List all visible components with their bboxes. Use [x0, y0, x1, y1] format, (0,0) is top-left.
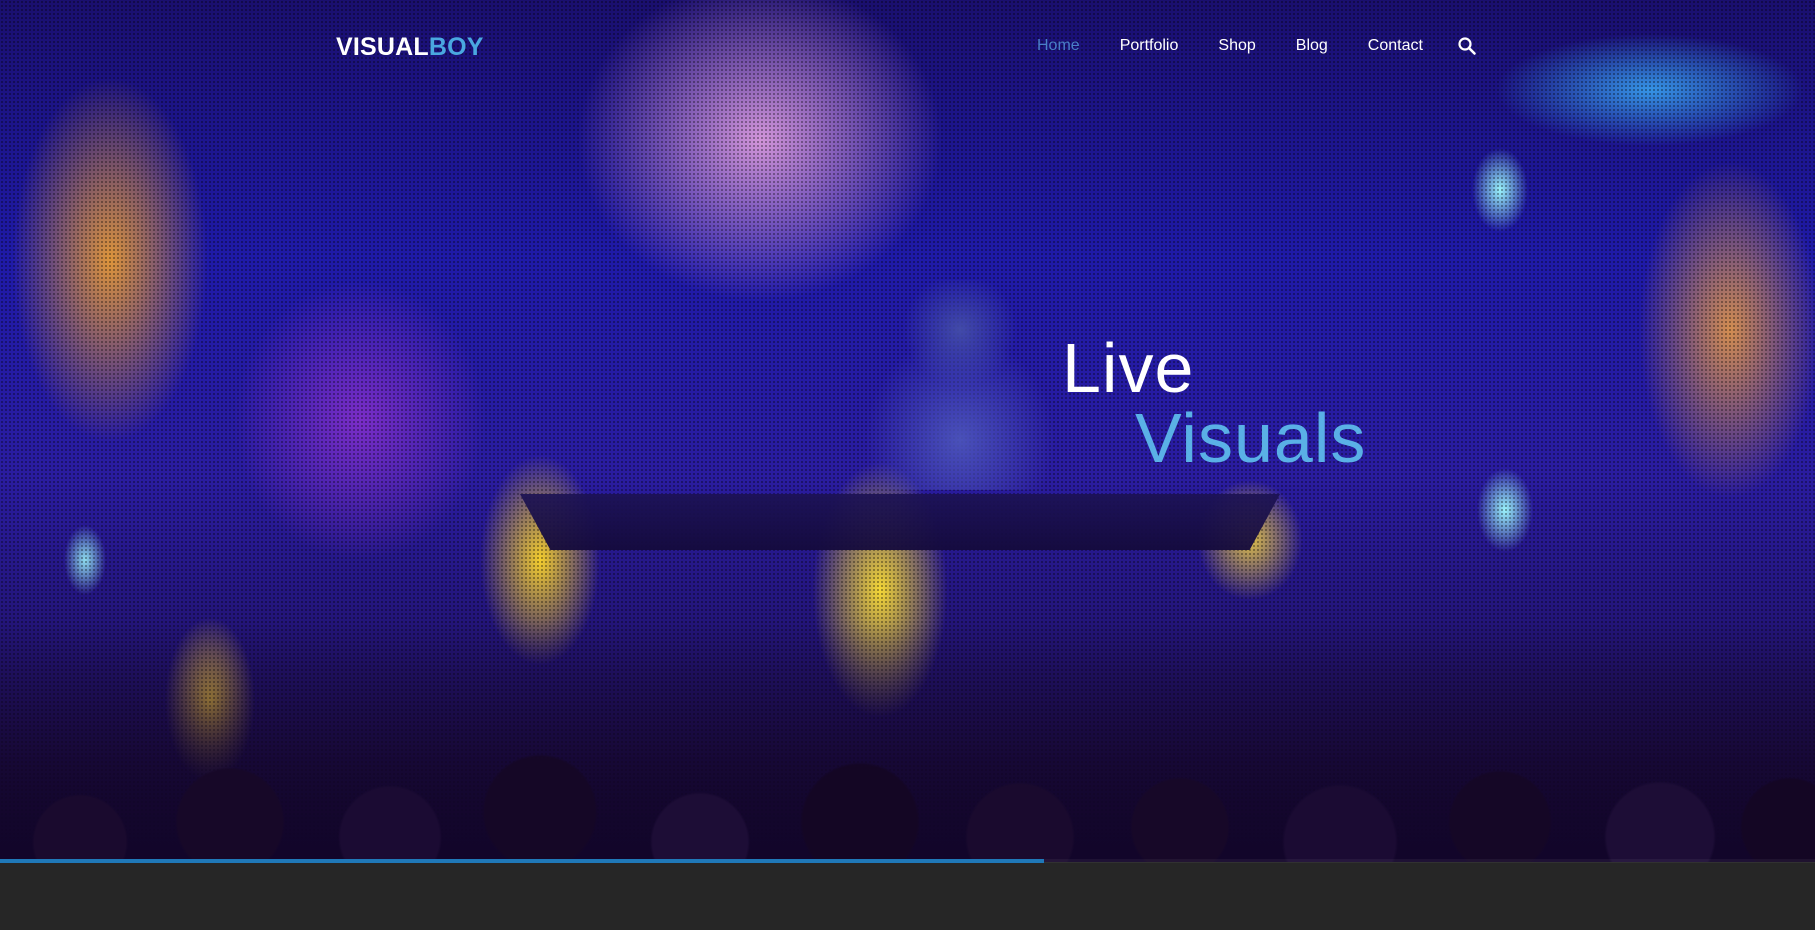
logo-text-boy: BOY [428, 33, 484, 61]
nav-item-blog[interactable]: Blog [1296, 36, 1328, 56]
hero-title-line2: Visuals [1135, 399, 1367, 477]
site-logo[interactable]: VISUALBOY [336, 32, 484, 62]
nav-item-home[interactable]: Home [1037, 36, 1080, 56]
dj-booth-graphic [520, 494, 1280, 550]
hero-background-image [860, 280, 1060, 490]
nav-item-portfolio[interactable]: Portfolio [1120, 36, 1179, 56]
hero-section: VISUALBOY Home Portfolio Shop Blog Conta… [0, 0, 1815, 862]
nav-item-shop[interactable]: Shop [1218, 36, 1255, 56]
search-icon[interactable] [1457, 36, 1477, 56]
hero-title-line1: Live [1062, 329, 1195, 407]
logo-text-visual: VISUAL [336, 33, 429, 61]
crowd-graphic [0, 622, 1815, 862]
nav-item-contact[interactable]: Contact [1368, 36, 1423, 56]
page-footer-band [0, 863, 1815, 930]
main-nav: Home Portfolio Shop Blog Contact [1037, 36, 1477, 56]
site-header: VISUALBOY Home Portfolio Shop Blog Conta… [0, 0, 1815, 92]
hero-title: Live Visuals [1062, 329, 1367, 477]
